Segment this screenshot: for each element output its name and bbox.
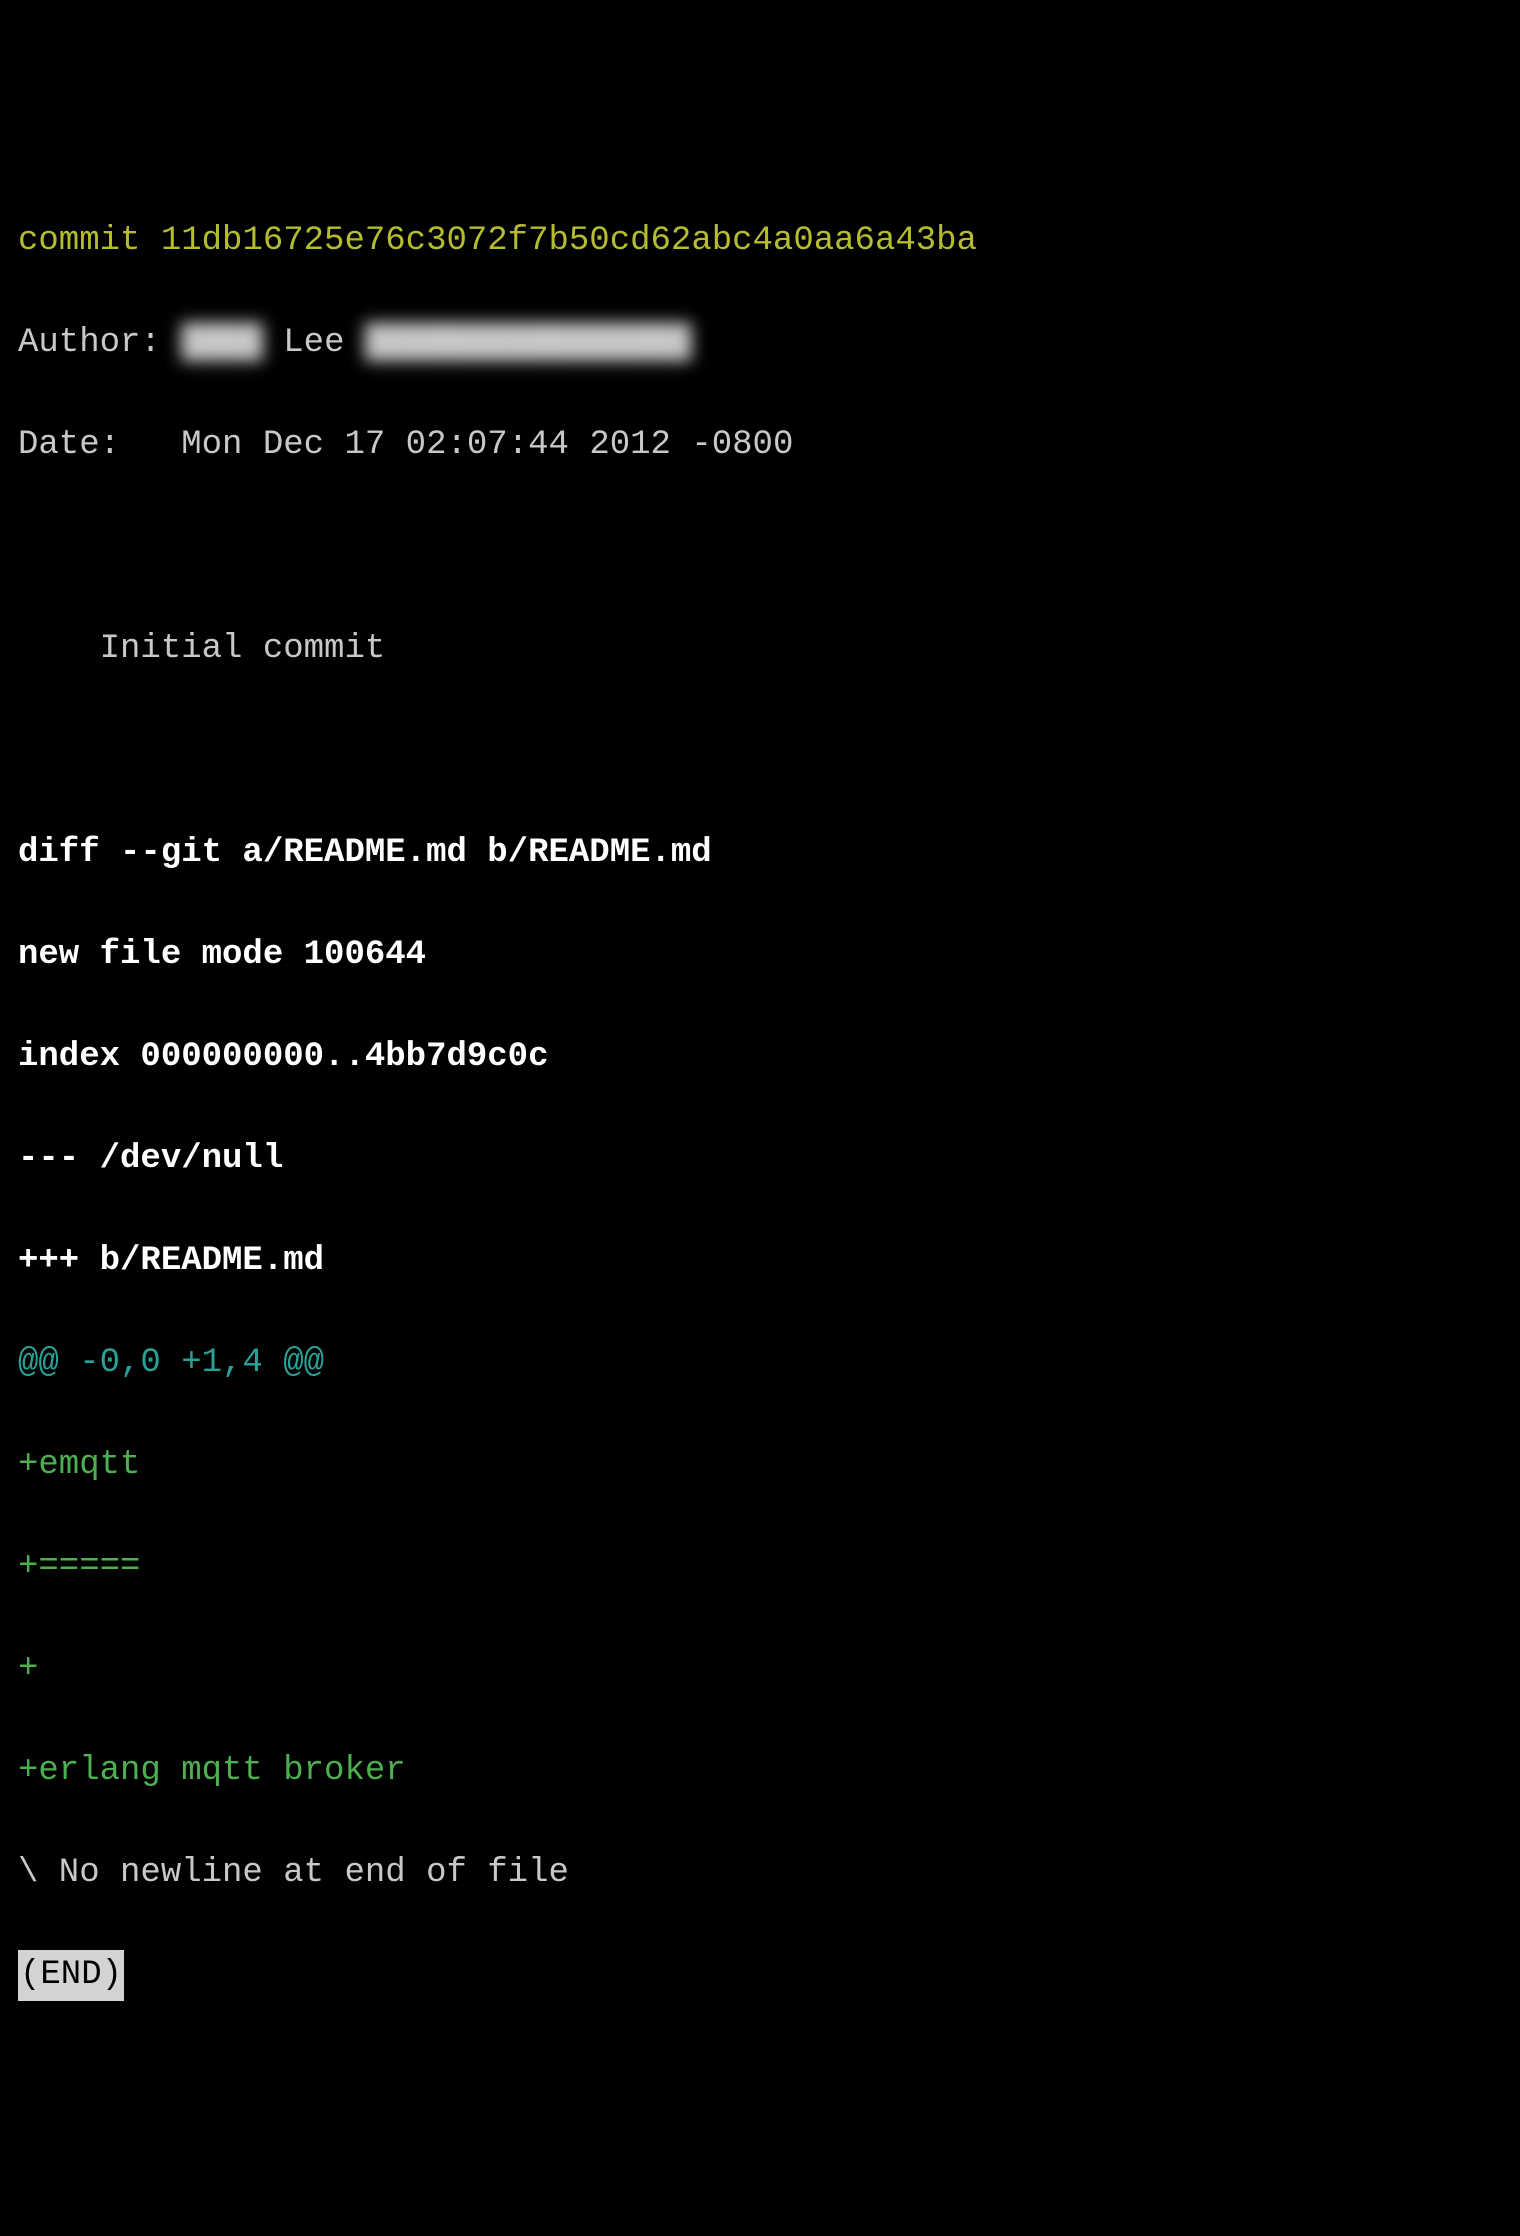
diff-hunk-header: @@ -0,0 +1,4 @@ xyxy=(18,1338,1502,1389)
date-value: Mon Dec 17 02:07:44 2012 -0800 xyxy=(181,426,793,464)
author-line: Author: ████ Lee ████████████████ xyxy=(18,318,1502,369)
diff-no-newline: \ No newline at end of file xyxy=(18,1848,1502,1899)
date-line: Date: Mon Dec 17 02:07:44 2012 -0800 xyxy=(18,420,1502,471)
author-name-redacted: ████ xyxy=(181,318,263,369)
diff-added-line: +erlang mqtt broker xyxy=(18,1746,1502,1797)
diff-index-line: index 000000000..4bb7d9c0c xyxy=(18,1032,1502,1083)
diff-header-line: diff --git a/README.md b/README.md xyxy=(18,828,1502,879)
blank-line xyxy=(18,522,1502,573)
pager-end-marker[interactable]: (END) xyxy=(18,1950,124,2001)
pager-end-line: (END) xyxy=(18,1950,1502,2001)
diff-added-line: +emqtt xyxy=(18,1440,1502,1491)
diff-mode-line: new file mode 100644 xyxy=(18,930,1502,981)
diff-to-line: +++ b/README.md xyxy=(18,1236,1502,1287)
author-name-visible: Lee xyxy=(283,324,344,362)
commit-line: commit 11db16725e76c3072f7b50cd62abc4a0a… xyxy=(18,216,1502,267)
diff-from-line: --- /dev/null xyxy=(18,1134,1502,1185)
commit-hash: 11db16725e76c3072f7b50cd62abc4a0aa6a43ba xyxy=(161,222,977,260)
date-label: Date: xyxy=(18,426,120,464)
blank-line xyxy=(18,726,1502,777)
diff-added-line: + xyxy=(18,1644,1502,1695)
commit-label: commit xyxy=(18,222,140,260)
author-label: Author: xyxy=(18,324,161,362)
author-email-redacted: ████████████████ xyxy=(365,318,691,369)
diff-added-line: +===== xyxy=(18,1542,1502,1593)
commit-message: Initial commit xyxy=(18,624,1502,675)
